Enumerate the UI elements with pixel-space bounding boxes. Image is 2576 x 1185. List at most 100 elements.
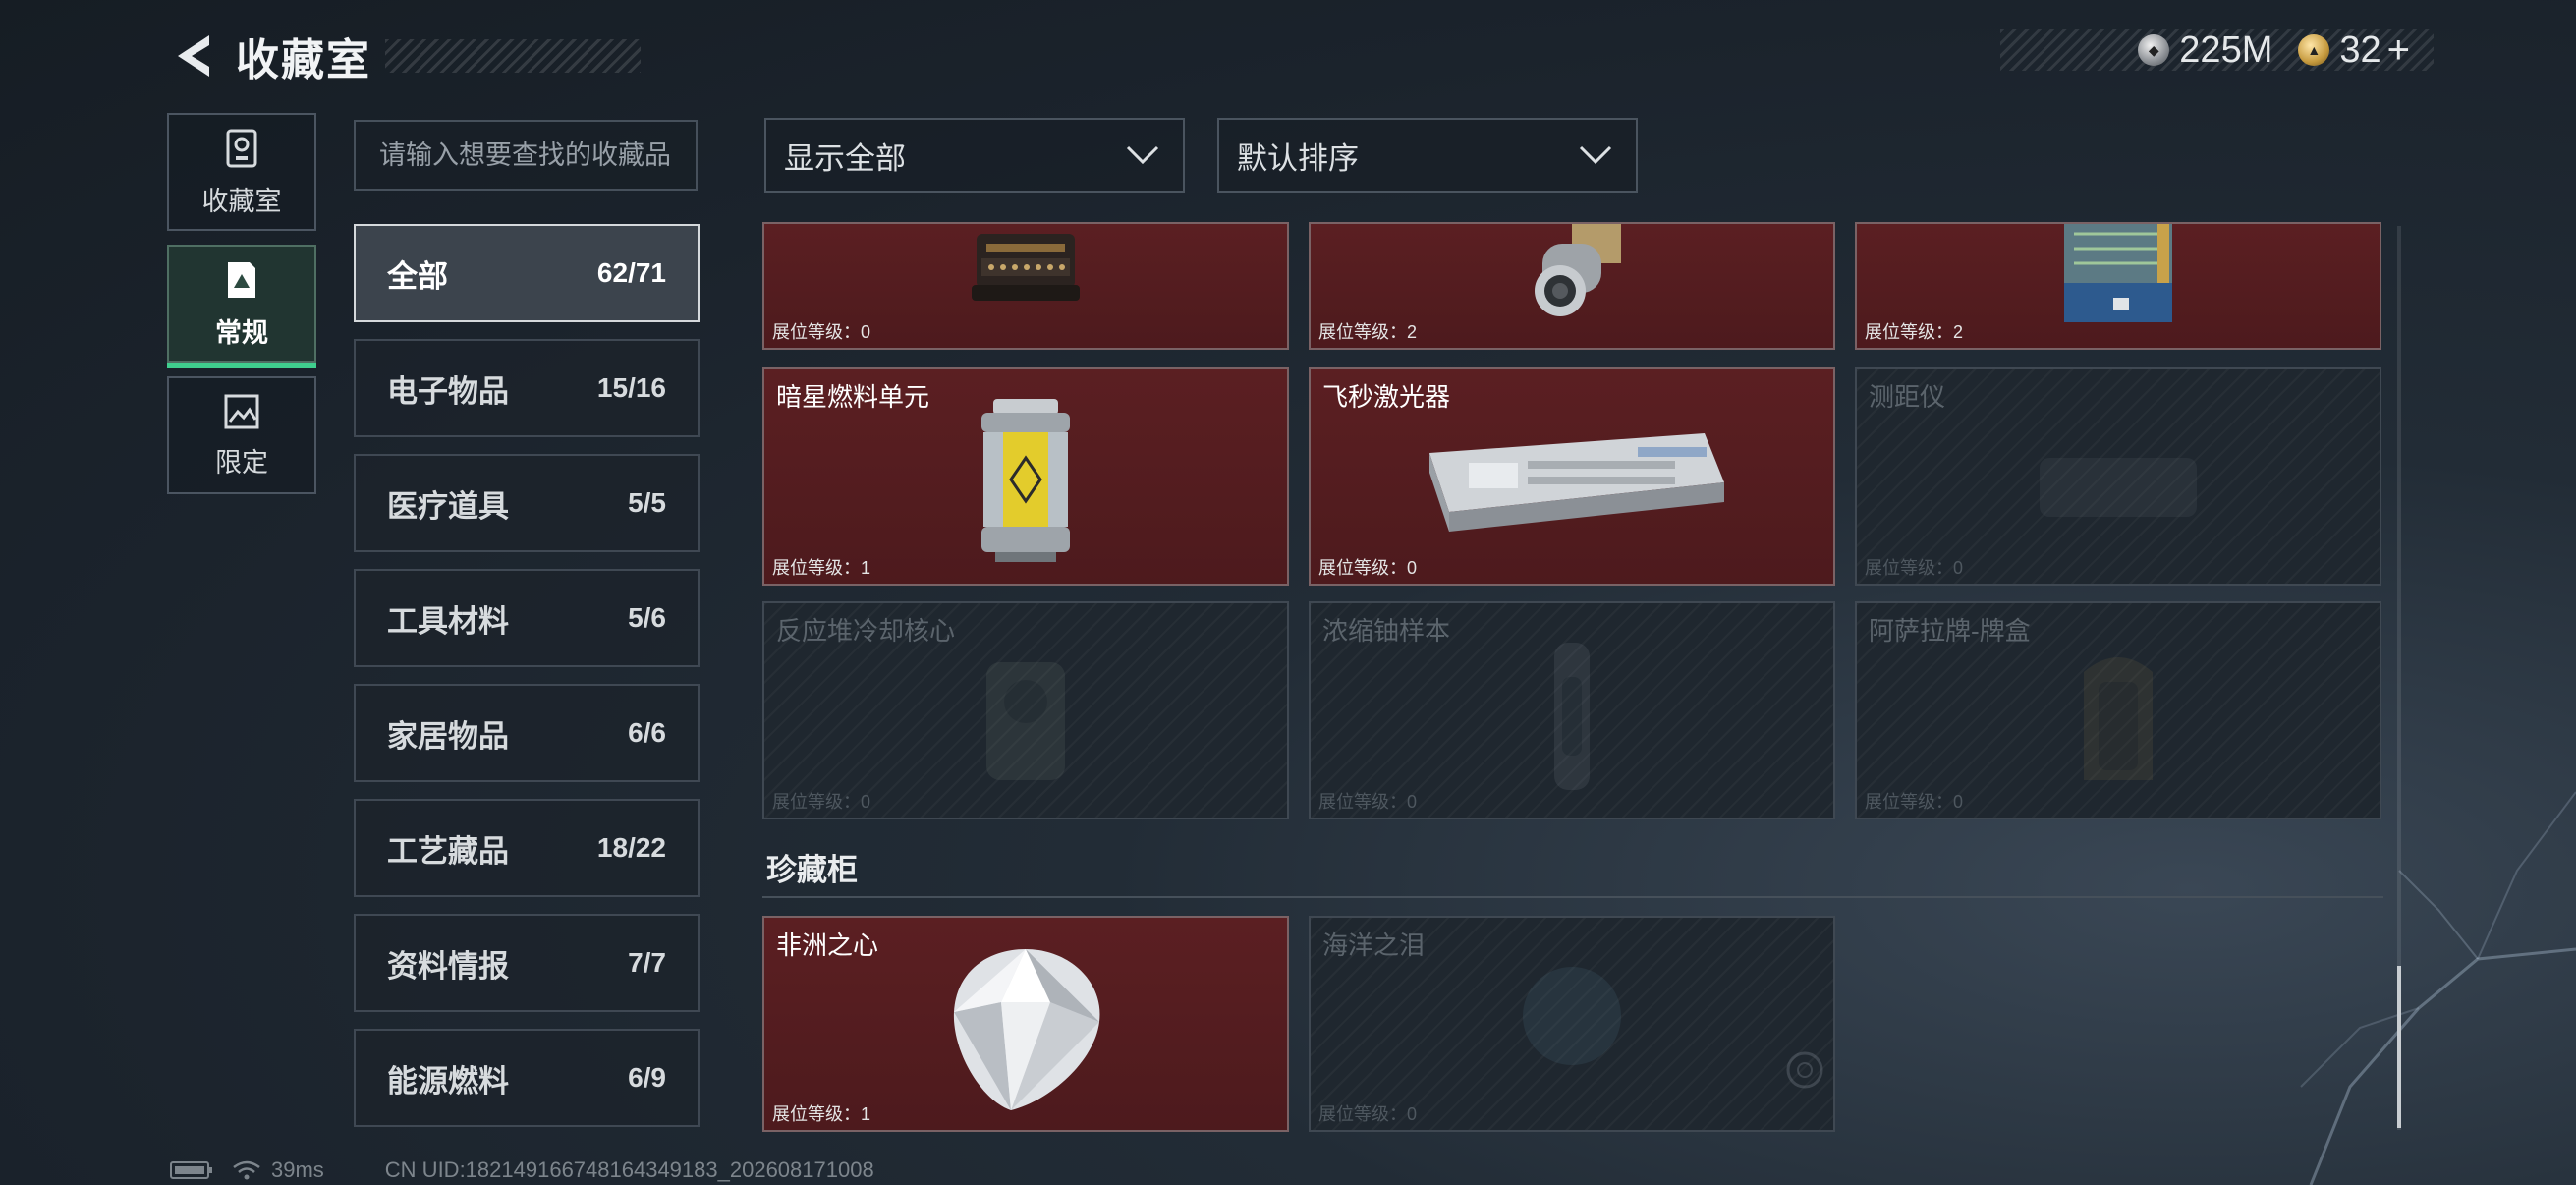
collection-card[interactable]: 飞秒激光器 展位等级：0 [1309,367,1835,586]
wifi-icon [233,1160,260,1180]
user-uid: CN UID:1821491667481643491­83_2026081710… [384,1157,874,1182]
category-name: 工具材料 [387,603,509,639]
category-count: 62/71 [596,257,666,288]
lens-device-icon [1535,224,1621,316]
category-name: 能源燃料 [387,1063,509,1099]
display-level: 展位等级：2 [1865,322,1964,342]
category-name: 资料情报 [387,948,509,984]
collection-card[interactable]: 测距仪 展位等级：0 [1855,367,2381,586]
rangefinder-icon [2040,458,2197,517]
title-decoration [385,39,641,73]
chevron-down-icon [1579,145,1612,165]
nav-label: 收藏室 [201,186,282,216]
filter-dropdown[interactable]: 显示全部 [764,118,1185,193]
category-crafts[interactable]: 工艺藏品 18/22 [354,799,700,897]
archive-icon [226,129,257,167]
nav-item-limited[interactable]: 限定 [167,376,316,494]
filter-value: 显示全部 [784,141,906,176]
currency-bar: ◆ 225M ▲ 32 + [2000,28,2434,73]
treasure-card[interactable]: 海洋之泪 展位等级：0 [1309,916,1835,1132]
category-medical[interactable]: 医疗道具 5/5 [354,454,700,552]
category-list: 全部 62/71 电子物品 15/16 医疗道具 5/5 工具材料 5/6 家居物品 6/… [354,224,700,1144]
sort-dropdown[interactable]: 默认排序 [1217,118,1638,193]
display-level: 展位等级：0 [772,792,871,812]
item-name: 海洋之泪 [1322,931,1426,960]
collection-card[interactable]: 反应堆冷却核心 展位等级：0 [762,601,1289,819]
category-name: 全部 [387,258,448,294]
category-name: 电子物品 [387,373,509,409]
header: 收藏室 [167,22,641,90]
category-electronics[interactable]: 电子物品 15/16 [354,339,700,437]
category-tools[interactable]: 工具材料 5/6 [354,569,700,667]
sort-value: 默认排序 [1237,141,1359,176]
display-level: 展位等级：1 [772,1104,871,1124]
document-icon [228,261,255,298]
fuel-canister-icon [981,399,1070,562]
display-level: 展位等级：0 [1318,792,1418,812]
circuit-device-icon [2064,224,2172,322]
item-name: 暗星燃料单元 [776,382,930,412]
item-name: 反应堆冷却核心 [776,616,956,646]
collection-card[interactable]: 阿萨拉牌-牌盒 展位等级：0 [1855,601,2381,819]
display-level: 展位等级：1 [772,558,871,578]
collection-card[interactable]: 暗星燃料单元 展位等级：1 [762,367,1289,586]
category-intel[interactable]: 资料情报 7/7 [354,914,700,1012]
display-level: 展位等级：0 [772,322,871,342]
display-level: 展位等级：2 [1318,322,1418,342]
display-level: 展位等级：0 [1865,792,1964,812]
gem-icon [1523,967,1621,1065]
back-button[interactable] [167,27,216,85]
gold-coin-icon: ▲ [2298,34,2330,66]
landscape-icon [224,394,259,428]
nav-item-collection[interactable]: 收藏室 [167,113,316,231]
scrollbar-thumb[interactable] [2397,966,2401,1128]
status-footer: 39ms CN UID:1821491667481643491­83_20260… [169,1157,874,1183]
collection-grid: 展位等级：0 展位等级：2 展位等级：2 暗星燃料单元 展位等级：1 飞秒激光器… [762,222,2383,1132]
collection-card[interactable]: 展位等级：2 [1855,222,2381,350]
treasure-card[interactable]: 非洲之心 展位等级：1 [762,916,1289,1132]
ring-decoration-icon [1786,1051,1823,1089]
card-box-icon [2084,657,2153,780]
category-energy[interactable]: 能源燃料 6/9 [354,1029,700,1127]
category-count: 6/9 [628,1062,666,1093]
side-nav: 收藏室 常规 限定 [167,113,316,508]
collection-card[interactable]: 展位等级：0 [762,222,1289,350]
category-name: 家居物品 [387,718,509,754]
section-divider [762,896,2383,898]
section-title: 珍藏柜 [766,853,858,887]
item-name: 测距仪 [1869,382,1946,412]
page-title: 收藏室 [236,36,371,85]
category-count: 15/16 [596,372,666,403]
typewriter-icon [972,234,1080,301]
display-level: 展位等级：0 [1318,1104,1418,1124]
item-name: 阿萨拉牌-牌盒 [1869,616,2031,646]
category-household[interactable]: 家居物品 6/6 [354,684,700,782]
silver-amount: 225M [2179,28,2273,71]
category-all[interactable]: 全部 62/71 [354,224,700,322]
display-level: 展位等级：0 [1865,558,1964,578]
collection-card[interactable]: 展位等级：2 [1309,222,1835,350]
nav-label: 限定 [215,447,268,478]
category-count: 7/7 [628,947,666,978]
gold-amount: 32 [2339,28,2381,71]
add-currency-button[interactable]: + [2387,28,2410,73]
display-level: 展位等级：0 [1318,558,1418,578]
item-name: 飞秒激光器 [1322,382,1451,412]
category-count: 18/22 [596,832,666,863]
nav-label: 常规 [215,317,268,348]
battery-icon [170,1161,212,1179]
uranium-sample-icon [1554,643,1590,790]
search-input[interactable] [354,120,698,191]
laser-device-icon [1429,433,1724,532]
collection-card[interactable]: 浓缩铀样本 展位等级：0 [1309,601,1835,819]
chevron-down-icon [1126,145,1159,165]
ping-value: 39ms [271,1157,324,1182]
nav-item-regular[interactable]: 常规 [167,245,316,368]
category-name: 医疗道具 [387,488,509,524]
category-count: 5/6 [628,602,666,633]
reactor-core-icon [986,662,1065,780]
item-name: 非洲之心 [776,931,879,960]
category-count: 6/6 [628,717,666,748]
diamond-icon [953,949,1100,1110]
back-arrow-icon [178,35,209,77]
